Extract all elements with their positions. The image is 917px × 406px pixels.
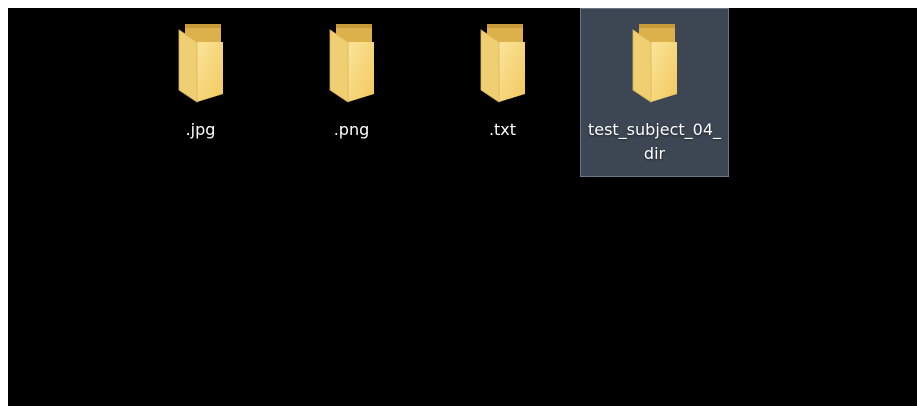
desktop-item-png-folder[interactable]: .png bbox=[277, 8, 426, 177]
desktop-item-label: .png bbox=[333, 120, 370, 139]
desktop-item-label: .txt bbox=[488, 120, 517, 139]
folder-icon bbox=[329, 24, 374, 103]
desktop-item-label: test_subject_04_dir bbox=[587, 120, 722, 163]
desktop-item-test-subject-04-dir-folder[interactable]: test_subject_04_dir bbox=[580, 8, 729, 177]
desktop-item-label: .jpg bbox=[185, 120, 216, 139]
folder-icon bbox=[178, 24, 223, 103]
desktop-item-txt-folder[interactable]: .txt bbox=[428, 8, 577, 177]
folder-icon bbox=[632, 24, 677, 103]
desktop-area[interactable]: .jpg .png .txt test_subject_04_dir bbox=[8, 8, 917, 406]
folder-icon bbox=[480, 24, 525, 103]
screenshot-frame: .jpg .png .txt test_subject_04_dir bbox=[0, 0, 917, 406]
desktop-item-jpg-folder[interactable]: .jpg bbox=[126, 8, 275, 177]
